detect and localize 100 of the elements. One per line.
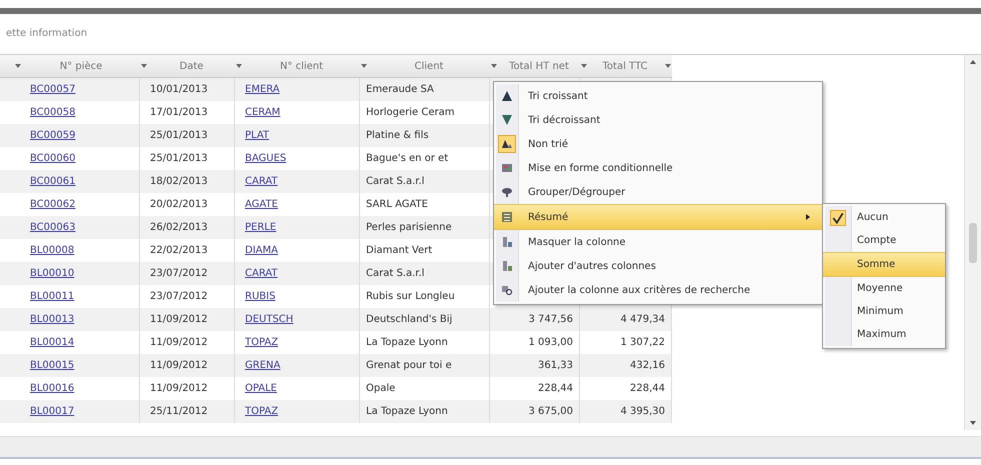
menu-item[interactable]: Minimum [823, 300, 945, 323]
menu-item[interactable]: Ajouter la colonne aux critères de recherche [494, 278, 822, 302]
triangle-down-icon [501, 114, 513, 126]
table-cell: 10/01/2013 [140, 78, 235, 101]
client-number-link[interactable]: TOPAZ [245, 337, 278, 348]
triangle-icon [501, 138, 513, 150]
column-add-icon [501, 260, 513, 272]
column-header[interactable]: N° pièce [0, 55, 140, 77]
document-number-link[interactable]: BL00011 [30, 291, 74, 302]
client-number-link[interactable]: PERLE [245, 222, 276, 233]
table-cell: 228,44 [538, 383, 573, 394]
table-cell: Carat S.a.r.l [360, 170, 490, 193]
table-cell: Carat S.a.r.l [360, 262, 490, 285]
table-cell: Grenat pour toi e [360, 354, 490, 377]
table-cell: 3 747,56 [528, 314, 573, 325]
column-header[interactable]: Total HT net [490, 55, 580, 77]
column-header[interactable]: N° client [235, 55, 360, 77]
column-header[interactable]: Client [360, 55, 490, 77]
menu-item[interactable]: Aucun [823, 206, 945, 229]
menu-item[interactable]: Grouper/Dégrouper [494, 180, 822, 204]
client-number-link[interactable]: PLAT [245, 130, 270, 141]
table-cell: 3 675,00 [528, 406, 573, 417]
document-number-link[interactable]: BC00061 [30, 176, 76, 187]
document-number-link[interactable]: BL00016 [30, 383, 74, 394]
table-cell: 361,33 [538, 360, 573, 371]
column-header[interactable]: Date [140, 55, 235, 77]
table-cell: Emeraude SA [360, 78, 490, 101]
menu-item[interactable]: Somme [823, 252, 945, 277]
table-cell: 1 093,00 [528, 337, 573, 348]
column-menu-icon[interactable] [490, 62, 498, 70]
document-number-link[interactable]: BL00017 [30, 406, 74, 417]
menu-item[interactable]: Masquer la colonne [494, 230, 822, 254]
document-number-link[interactable]: BL00015 [30, 360, 74, 371]
table-cell: 26/02/2013 [140, 216, 235, 239]
table-cell: 18/02/2013 [140, 170, 235, 193]
vertical-scrollbar[interactable] [964, 55, 981, 430]
table-cell: 11/09/2012 [140, 308, 235, 331]
client-number-link[interactable]: OPALE [245, 383, 277, 394]
table-cell: 23/07/2012 [140, 262, 235, 285]
menu-item[interactable]: Tri croissant [494, 84, 822, 108]
scroll-up-icon[interactable] [969, 58, 977, 66]
menu-item[interactable]: Résumé [494, 204, 822, 230]
table-cell: 11/09/2012 [140, 354, 235, 377]
horizontal-scrollbar[interactable] [0, 436, 981, 459]
client-number-link[interactable]: DIAMA [245, 245, 278, 256]
list-icon [501, 211, 513, 223]
table-cell: Platine & fils [360, 124, 490, 147]
table-cell: Deutschland's Bij [360, 308, 490, 331]
table-cell: 432,16 [630, 360, 665, 371]
document-number-link[interactable]: BL00008 [30, 245, 74, 256]
client-number-link[interactable]: DEUTSCH [245, 314, 294, 325]
client-number-link[interactable]: TOPAZ [245, 406, 278, 417]
document-number-link[interactable]: BL00014 [30, 337, 74, 348]
menu-item[interactable]: Moyenne [823, 277, 945, 300]
menu-item[interactable]: Tri décroissant [494, 108, 822, 132]
client-number-link[interactable]: CERAM [245, 107, 280, 118]
column-menu-icon[interactable] [360, 62, 368, 70]
document-number-link[interactable]: BC00057 [30, 84, 76, 95]
group-icon [501, 186, 513, 198]
column-menu-icon[interactable] [140, 62, 148, 70]
document-number-link[interactable]: BC00060 [30, 153, 76, 164]
document-number-link[interactable]: BC00062 [30, 199, 76, 210]
caption-text: ette information [5, 27, 88, 41]
table-cell: 25/11/2012 [140, 400, 235, 423]
column-menu-icon[interactable] [235, 62, 243, 70]
client-number-link[interactable]: GRENA [245, 360, 280, 371]
menu-item[interactable]: Ajouter d'autres colonnes [494, 254, 822, 278]
column-icon [501, 236, 513, 248]
table-cell: 228,44 [630, 383, 665, 394]
menu-item[interactable]: Maximum [823, 323, 945, 346]
table-cell: 1 307,22 [620, 337, 665, 348]
triangle-up-icon [501, 90, 513, 102]
table-cell: 4 395,30 [620, 406, 665, 417]
column-menu-icon[interactable] [14, 62, 22, 70]
column-search-icon [501, 284, 513, 296]
client-number-link[interactable]: RUBIS [245, 291, 276, 302]
submenu-arrow-icon [806, 214, 810, 220]
column-menu-icon[interactable] [664, 62, 672, 70]
scrollbar-thumb[interactable] [969, 222, 977, 262]
document-number-link[interactable]: BC00063 [30, 222, 76, 233]
document-number-link[interactable]: BL00013 [30, 314, 74, 325]
table-cell: 4 479,34 [620, 314, 665, 325]
client-number-link[interactable]: BAGUES [245, 153, 286, 164]
menu-item[interactable]: Compte [823, 229, 945, 252]
table-color-icon [501, 162, 513, 174]
document-number-link[interactable]: BL00010 [30, 268, 74, 279]
column-header[interactable]: Total TTC [580, 55, 662, 77]
client-number-link[interactable]: AGATE [245, 199, 278, 210]
table-cell: Perles parisienne [360, 216, 490, 239]
client-number-link[interactable]: CARAT [245, 268, 278, 279]
menu-item[interactable]: Mise en forme conditionnelle [494, 156, 822, 180]
table-cell: 25/01/2013 [140, 124, 235, 147]
document-number-link[interactable]: BC00058 [30, 107, 76, 118]
client-number-link[interactable]: EMERA [245, 84, 280, 95]
column-menu-icon[interactable] [580, 62, 588, 70]
table-cell: La Topaze Lyonn [360, 400, 490, 423]
client-number-link[interactable]: CARAT [245, 176, 278, 187]
document-number-link[interactable]: BC00059 [30, 130, 76, 141]
menu-item[interactable]: Non trié [494, 132, 822, 156]
scroll-down-icon[interactable] [969, 419, 977, 427]
